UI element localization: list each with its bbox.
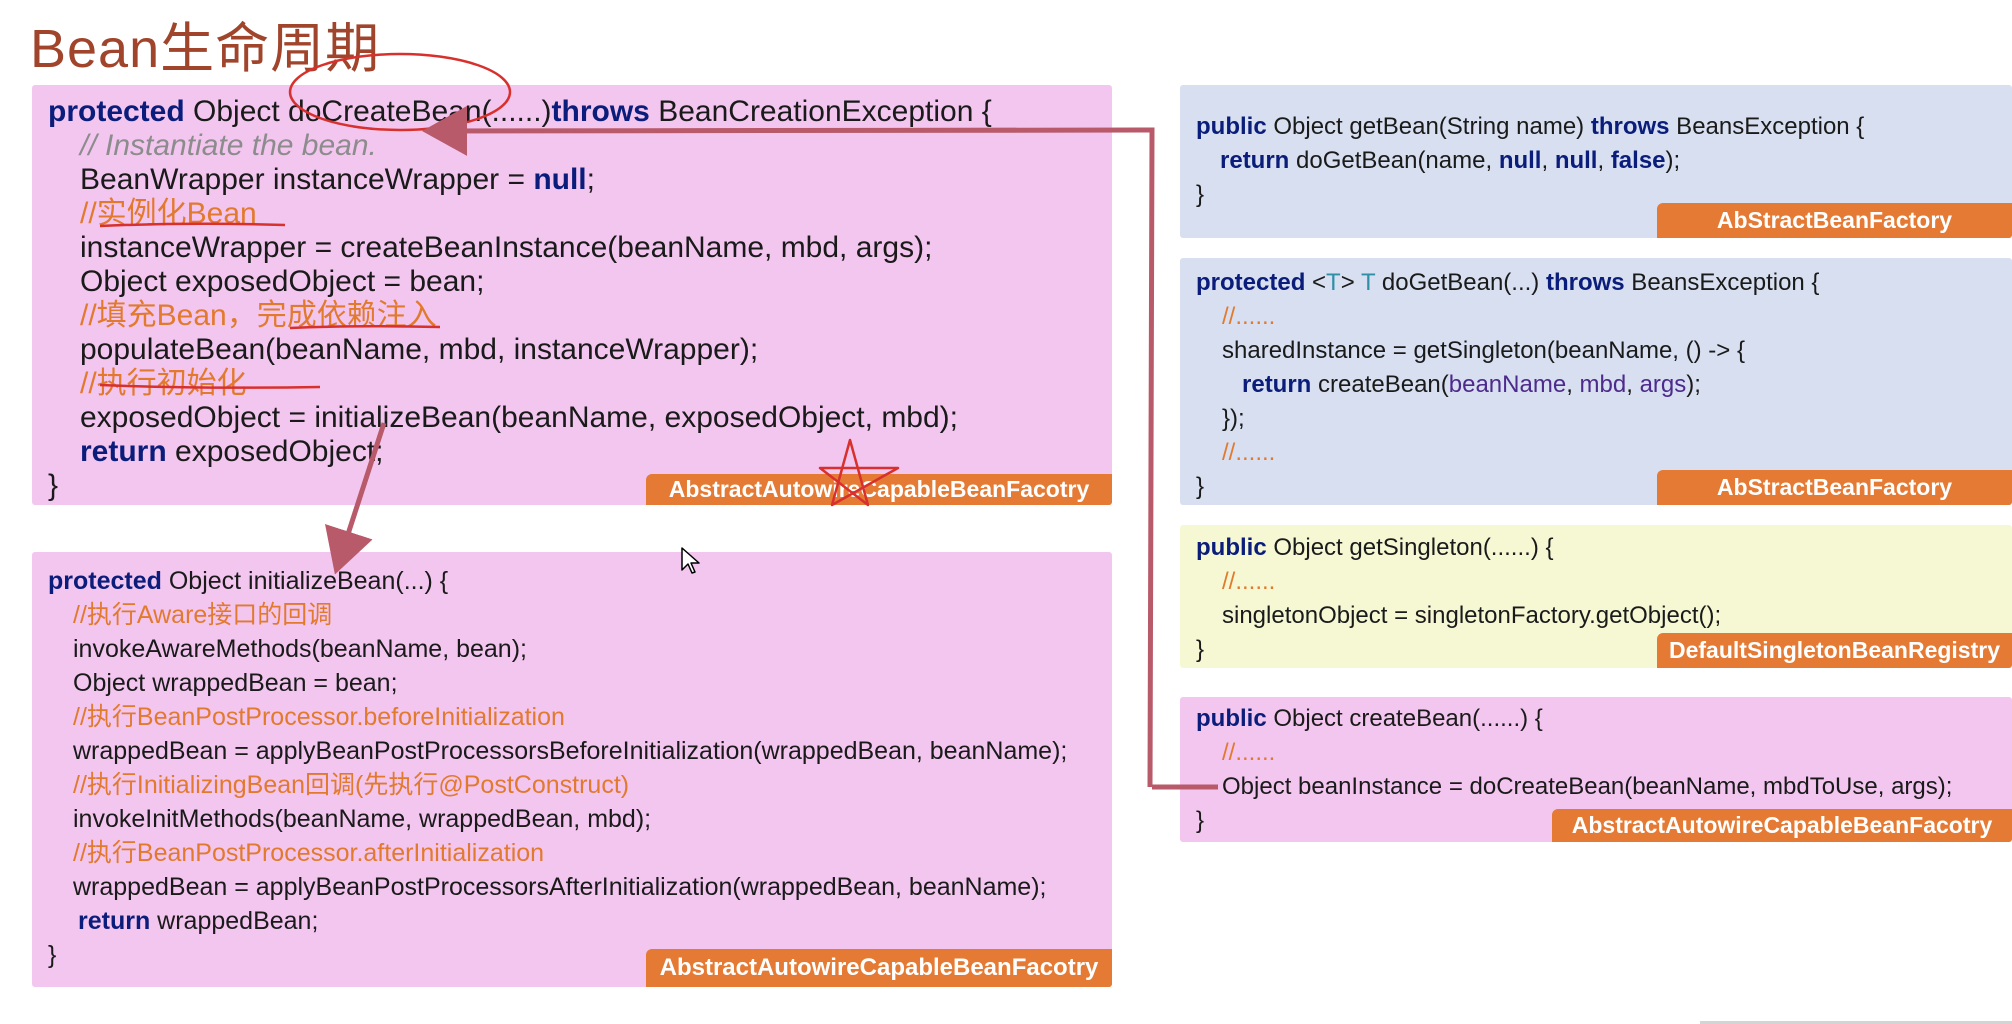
- code-comment: //......: [1222, 568, 1276, 595]
- keyword: protected: [1196, 269, 1306, 296]
- code-line: wrappedBean = applyBeanPostProcessorsBef…: [73, 737, 1068, 765]
- code-comment: //执行BeanPostProcessor.afterInitializatio…: [73, 839, 545, 867]
- param: beanName: [1448, 371, 1567, 398]
- type-param: T: [1360, 269, 1376, 296]
- param: args: [1639, 371, 1687, 398]
- code-line: public Object getSingleton(......) {: [1196, 531, 2012, 565]
- code-text: wrappedBean;: [150, 907, 319, 935]
- param: mbd: [1579, 371, 1627, 398]
- code-line: protected Object initializeBean(...) {: [48, 564, 1112, 598]
- code-line: BeanWrapper instanceWrapper = null;: [48, 163, 1112, 197]
- code-line: return exposedObject;: [48, 435, 1112, 469]
- keyword: null: [1498, 147, 1542, 174]
- code-text: Object createBean(......) {: [1266, 705, 1543, 732]
- code-text: ,: [1626, 371, 1640, 398]
- code-line: });: [1222, 405, 1245, 432]
- page-title: Bean生命周期: [30, 19, 381, 79]
- mouse-cursor-icon: [681, 547, 700, 574]
- code-comment: //......: [1222, 439, 1276, 466]
- initialize-bean-code-panel: protected Object initializeBean(...) { /…: [32, 552, 1112, 987]
- do-get-bean-code-panel: protected <T> T doGetBean(...) throws Be…: [1180, 258, 2012, 505]
- create-bean-code-panel: public Object createBean(......) { //...…: [1180, 697, 2012, 842]
- keyword: protected: [48, 95, 185, 128]
- class-tag: AbstractAutowireCapableBeanFacotry: [646, 949, 1112, 987]
- keyword: return: [78, 907, 151, 935]
- code-text: BeansException {: [1669, 113, 1865, 140]
- code-comment: //执行BeanPostProcessor.beforeInitializati…: [73, 703, 565, 731]
- keyword: null: [533, 163, 587, 196]
- keyword: public: [1196, 705, 1267, 732]
- code-text: >: [1340, 269, 1361, 296]
- code-comment: //......: [1222, 303, 1276, 330]
- code-line: invokeAwareMethods(beanName, bean);: [73, 635, 527, 663]
- code-text: BeanCreationException {: [649, 95, 992, 128]
- code-text: createBean(: [1311, 371, 1449, 398]
- keyword: throws: [1590, 113, 1670, 140]
- code-line: return wrappedBean;: [48, 904, 1112, 938]
- code-line: invokeInitMethods(beanName, wrappedBean,…: [73, 805, 652, 833]
- keyword: public: [1196, 534, 1267, 561]
- code-comment: //填充Bean，完成依赖注入: [80, 299, 437, 332]
- code-line: return createBean(beanName, mbd, args);: [1196, 368, 2012, 402]
- get-singleton-code-panel: public Object getSingleton(......) { //.…: [1180, 525, 2012, 668]
- class-tag: AbStractBeanFactory: [1657, 470, 2012, 505]
- type-param: T: [1326, 269, 1341, 296]
- keyword: return: [1220, 147, 1290, 174]
- code-text: doGetBean(...): [1375, 269, 1546, 296]
- do-create-bean-code-panel: protected Object doCreateBean(......)thr…: [32, 85, 1112, 505]
- code-text: ,: [1597, 147, 1611, 174]
- get-bean-code-panel: public Object getBean(String name) throw…: [1180, 85, 2012, 238]
- code-line: Object exposedObject = bean;: [80, 265, 485, 298]
- code-text: BeansException {: [1624, 269, 1820, 296]
- code-line: Object beanInstance = doCreateBean(beanN…: [1222, 773, 1953, 800]
- code-comment: //执行初始化: [80, 367, 247, 400]
- keyword: protected: [48, 567, 162, 595]
- code-text: exposedObject;: [166, 435, 384, 468]
- code-comment: //......: [1222, 739, 1276, 766]
- code-text: ,: [1541, 147, 1555, 174]
- class-tag: AbstractAutowireCapableBeanFacotry: [646, 474, 1112, 505]
- code-line: return doGetBean(name, null, null, false…: [1196, 144, 2012, 178]
- code-text: );: [1686, 371, 1701, 398]
- code-line: public Object getBean(String name) throw…: [1196, 110, 2012, 144]
- code-comment: //实例化Bean: [80, 197, 257, 230]
- code-line: instanceWrapper = createBeanInstance(bea…: [80, 231, 933, 264]
- code-comment: //执行Aware接口的回调: [73, 601, 333, 629]
- code-text: Object getSingleton(......) {: [1266, 534, 1554, 561]
- code-text: Object doCreateBean(......): [184, 95, 552, 128]
- code-line: wrappedBean = applyBeanPostProcessorsAft…: [73, 873, 1047, 901]
- code-line: Object wrappedBean = bean;: [73, 669, 398, 697]
- code-text: <: [1305, 269, 1327, 296]
- code-line: protected <T> T doGetBean(...) throws Be…: [1196, 266, 2012, 300]
- class-tag: DefaultSingletonBeanRegistry: [1657, 633, 2012, 668]
- code-line: singletonObject = singletonFactory.getOb…: [1222, 602, 1722, 629]
- code-text: doGetBean(name,: [1289, 147, 1499, 174]
- code-line: public Object createBean(......) {: [1196, 702, 2012, 736]
- keyword: public: [1196, 113, 1267, 140]
- keyword: return: [80, 435, 167, 468]
- code-line: populateBean(beanName, mbd, instanceWrap…: [80, 333, 759, 366]
- code-line: protected Object doCreateBean(......)thr…: [48, 95, 1112, 129]
- keyword: return: [1242, 371, 1312, 398]
- code-comment: // Instantiate the bean.: [80, 129, 377, 162]
- class-tag: AbstractAutowireCapableBeanFacotry: [1552, 809, 2012, 842]
- keyword: throws: [551, 95, 650, 128]
- keyword: throws: [1545, 269, 1625, 296]
- keyword: null: [1554, 147, 1598, 174]
- code-line: sharedInstance = getSingleton(beanName, …: [1222, 337, 1745, 364]
- keyword: false: [1610, 147, 1666, 174]
- code-text: BeanWrapper instanceWrapper =: [80, 163, 534, 196]
- class-tag: AbStractBeanFactory: [1657, 203, 2012, 238]
- code-text: Object getBean(String name): [1266, 113, 1591, 140]
- code-text: ,: [1566, 371, 1580, 398]
- code-text: ;: [586, 163, 595, 196]
- code-text: );: [1665, 147, 1681, 174]
- code-comment: //执行InitializingBean回调(先执行@PostConstruct…: [73, 771, 630, 799]
- code-line: exposedObject = initializeBean(beanName,…: [80, 401, 958, 434]
- code-text: Object initializeBean(...) {: [161, 567, 449, 595]
